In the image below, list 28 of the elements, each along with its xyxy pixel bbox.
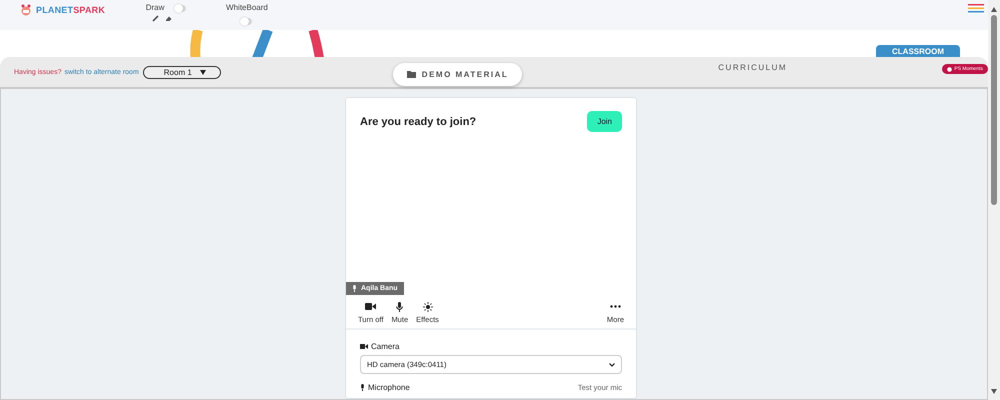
logo-text: PLANETSPARK [36, 5, 106, 15]
dropdown-triangle-icon [200, 70, 206, 74]
toggle-switch[interactable] [242, 18, 252, 25]
menu-icon[interactable] [968, 4, 984, 13]
eraser-icon[interactable] [165, 15, 172, 22]
room-select[interactable]: Room 1 [142, 66, 221, 78]
video-camera-icon [365, 303, 376, 310]
tab[interactable]: CURRICULUM [712, 62, 794, 72]
toggle-label: WhiteBoard [226, 3, 268, 12]
join-button[interactable]: Join [587, 111, 622, 132]
folder-icon [406, 70, 416, 78]
join-title: Are you ready to join? [360, 116, 476, 128]
more-icon [610, 305, 621, 308]
toggle-label: Draw [146, 3, 164, 12]
sparkle-icon [422, 302, 433, 312]
video-camera-icon [360, 344, 368, 349]
microphone-icon [352, 285, 357, 292]
pencil-icon[interactable] [152, 15, 160, 22]
camera-label: Camera [360, 342, 622, 351]
classroom-tab[interactable]: CLASSROOM [876, 45, 960, 57]
tab[interactable]: DEMO MATERIAL [392, 62, 522, 86]
chevron-down-icon [609, 362, 615, 366]
microphone-label: Microphone [360, 383, 410, 392]
microphone-icon [396, 302, 404, 312]
logo-icon [20, 4, 32, 16]
microphone-icon [360, 384, 365, 391]
toggle-switch[interactable] [176, 5, 186, 12]
scrollbar[interactable] [988, 0, 1000, 400]
